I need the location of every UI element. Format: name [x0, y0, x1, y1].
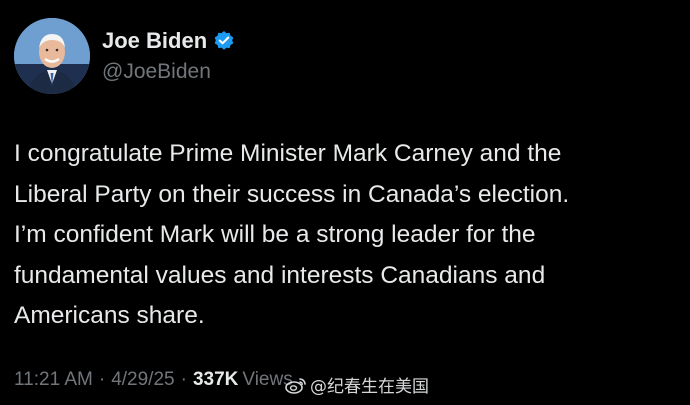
tweet-header: Joe Biden @JoeBiden — [14, 18, 235, 94]
meta-separator: · — [180, 369, 187, 390]
tweet-text-line: Liberal Party on their success in Canada… — [14, 180, 570, 208]
handle[interactable]: @JoeBiden — [102, 60, 235, 84]
portrait-avatar-icon — [14, 18, 90, 94]
tweet-time[interactable]: 11:21 AM — [14, 369, 93, 391]
watermark: @纪春生在美国 — [285, 372, 429, 397]
tweet-meta: 11:21 AM · 4/29/25 · 337K Views — [14, 369, 293, 391]
tweet-text: I congratulate Prime Minister Mark Carne… — [14, 134, 676, 337]
meta-separator: · — [98, 369, 106, 390]
tweet-text-line: I’m confident Mark will be a strong lead… — [14, 221, 536, 248]
views-count[interactable]: 337K — [193, 369, 238, 391]
tweet-text-line: I congratulate Prime Minister Mark Carne… — [14, 140, 562, 167]
avatar[interactable] — [14, 18, 90, 94]
name-row: Joe Biden — [102, 28, 235, 54]
weibo-logo-icon — [285, 376, 307, 394]
tweet-date[interactable]: 4/29/25 — [111, 369, 174, 391]
tweet-text-line: Americans share. — [14, 302, 205, 329]
verified-badge-icon[interactable] — [213, 30, 235, 52]
display-name[interactable]: Joe Biden — [102, 28, 207, 54]
tweet-card: Joe Biden @JoeBiden I congratulate Prime… — [0, 0, 690, 405]
author-info: Joe Biden @JoeBiden — [102, 18, 235, 94]
watermark-text: @纪春生在美国 — [310, 377, 429, 397]
tweet-text-line: fundamental values and interests Canadia… — [14, 261, 546, 289]
